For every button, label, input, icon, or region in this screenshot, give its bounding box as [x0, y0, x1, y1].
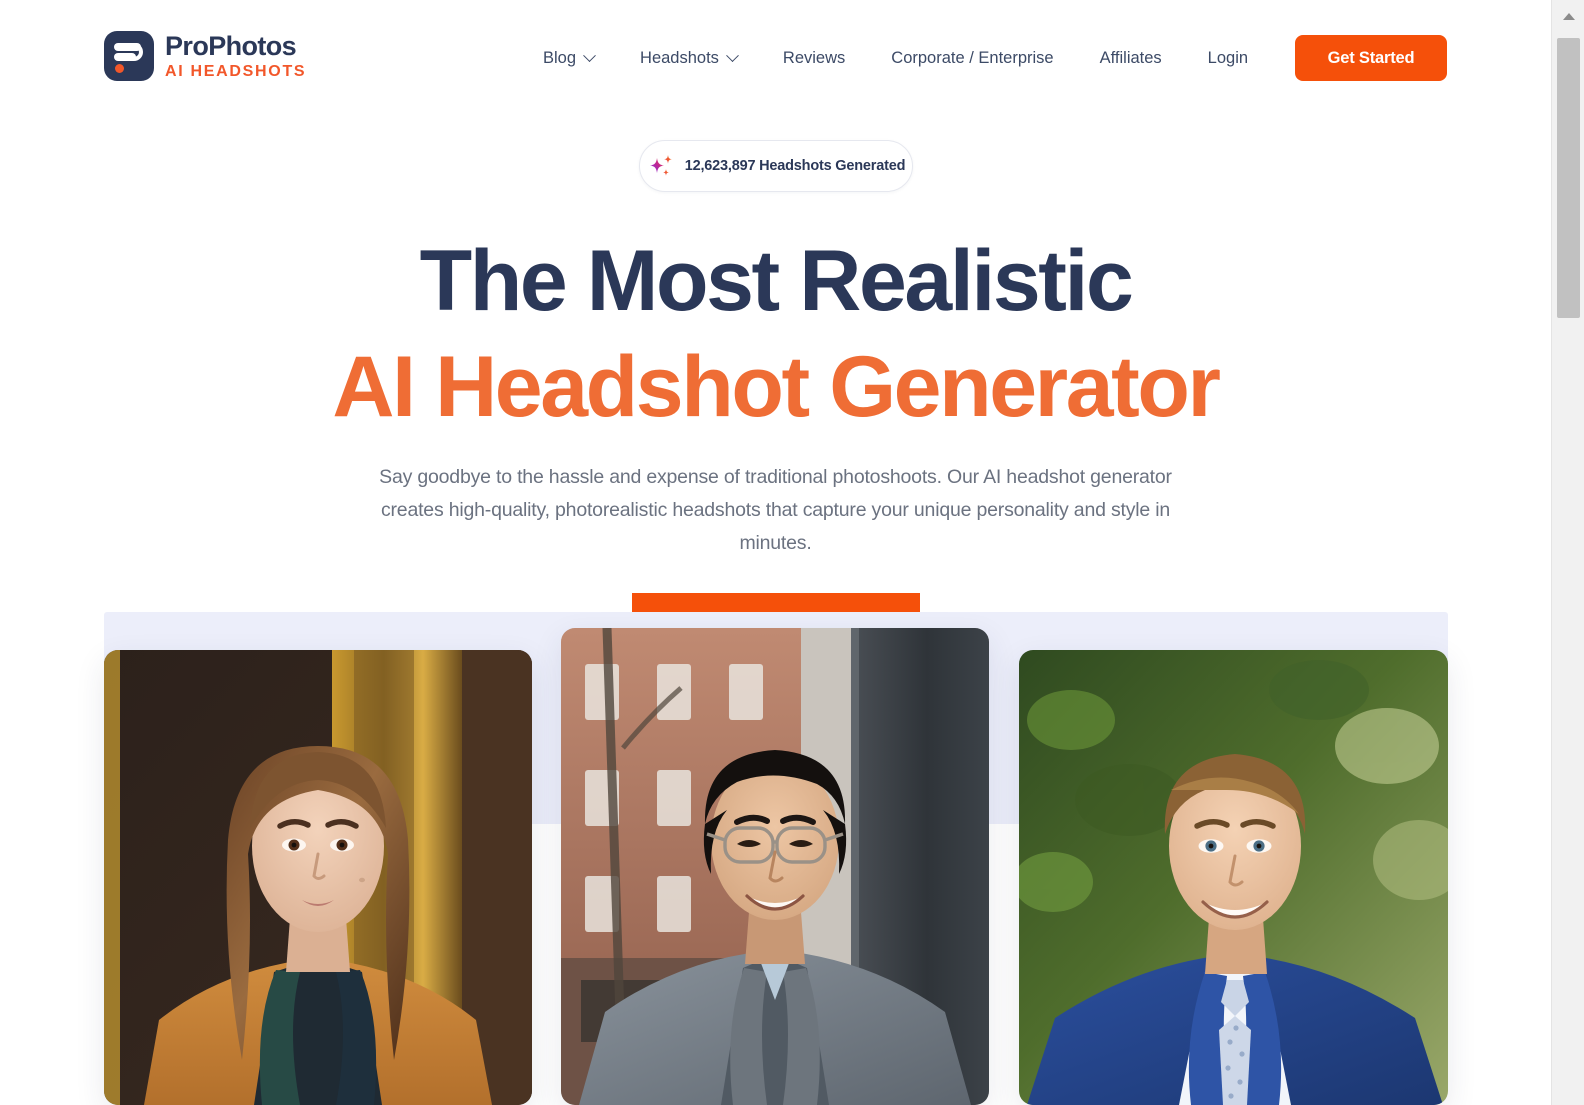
nav-label-corporate-enterprise: Corporate / Enterprise	[891, 48, 1054, 67]
nav-label-blog: Blog	[543, 48, 577, 67]
hero-heading-line-1: The Most Realistic	[419, 233, 1134, 329]
page-root: ProPhotos AI HEADSHOTS Blog Headshots Re…	[0, 0, 1584, 1105]
headshots-generated-text: 12,623,897 Headshots Generated	[684, 158, 906, 174]
nav-item-blog[interactable]: Blog	[520, 49, 617, 68]
headshot-image-3	[1019, 650, 1448, 1105]
nav-item-headshots[interactable]: Headshots	[617, 49, 760, 68]
headshot-card-2[interactable]	[561, 628, 989, 1105]
headshot-card-3[interactable]	[1019, 650, 1448, 1105]
nav-label-headshots: Headshots	[640, 48, 719, 67]
nav-item-affiliates[interactable]: Affiliates	[1077, 49, 1185, 68]
nav-item-corporate-enterprise[interactable]: Corporate / Enterprise	[868, 49, 1076, 68]
nav-item-login[interactable]: Login	[1185, 49, 1271, 68]
chevron-down-icon	[583, 48, 596, 62]
brand-name: ProPhotos	[165, 30, 297, 61]
site-header: ProPhotos AI HEADSHOTS Blog Headshots Re…	[0, 0, 1551, 116]
browser-viewport: ProPhotos AI HEADSHOTS Blog Headshots Re…	[0, 0, 1551, 1105]
brand-logo[interactable]: ProPhotos AI HEADSHOTS	[104, 31, 306, 81]
headshot-gallery	[0, 612, 1551, 1105]
headshot-card-1[interactable]	[104, 650, 532, 1105]
headshot-image-1	[104, 650, 532, 1105]
hero-section: 12,623,897 Headshots Generated The Most …	[0, 116, 1551, 653]
nav-label-reviews: Reviews	[782, 48, 846, 67]
vertical-scrollbar[interactable]	[1551, 0, 1584, 1105]
prophotos-logo-icon	[104, 31, 154, 81]
hero-heading-line-2: AI Headshot Generator	[332, 339, 1221, 435]
scrollbar-thumb[interactable]	[1557, 38, 1580, 318]
hero-subheading: Say goodbye to the hassle and expense of…	[379, 466, 1172, 554]
nav-label-affiliates: Affiliates	[1099, 48, 1162, 67]
headshot-image-2	[561, 628, 989, 1105]
chevron-down-icon	[726, 48, 739, 62]
nav-label-login: Login	[1207, 48, 1249, 67]
headshots-generated-badge: 12,623,897 Headshots Generated	[638, 140, 913, 192]
nav-item-reviews[interactable]: Reviews	[760, 49, 868, 68]
page-title: The Most Realistic AI Headshot Generator	[0, 238, 1551, 430]
get-started-button[interactable]: Get Started	[1295, 35, 1447, 81]
main-navigation: Blog Headshots Reviews Corporate / Enter…	[520, 0, 1271, 116]
scroll-up-arrow-icon[interactable]	[1552, 0, 1584, 33]
sparkles-icon	[649, 155, 672, 176]
brand-tagline: AI HEADSHOTS	[165, 62, 307, 80]
